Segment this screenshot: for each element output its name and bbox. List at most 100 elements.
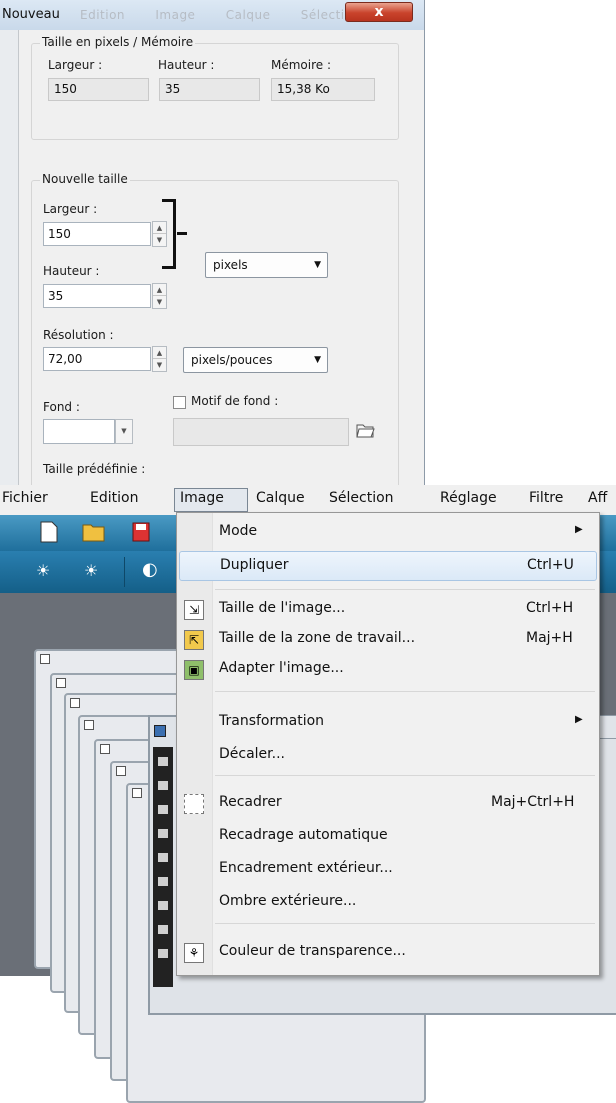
film-hole [158, 805, 168, 814]
menu-item-encadrement[interactable]: Encadrement extérieur... [179, 855, 597, 885]
open-folder-icon[interactable] [82, 521, 106, 548]
menu-item-label: Adapter l'image... [219, 660, 344, 676]
current-height-label: Hauteur : [158, 58, 215, 72]
window-corner-icon [56, 678, 66, 688]
new-height-input[interactable]: 35 [43, 284, 151, 308]
resolution-unit-value: pixels/pouces [191, 353, 273, 367]
film-hole [158, 925, 168, 934]
brightness-up-icon[interactable]: ☀ [84, 561, 98, 580]
menu-item-label: Dupliquer [220, 557, 289, 573]
window-corner-icon [116, 766, 126, 776]
new-width-input[interactable]: 150 [43, 222, 151, 246]
menu-item-mode[interactable]: Mode ▶ [179, 518, 597, 548]
close-button[interactable]: x [345, 2, 413, 22]
save-icon[interactable] [132, 522, 150, 547]
height-spinner[interactable]: ▲ ▼ [152, 283, 167, 309]
window-corner-icon [132, 788, 142, 798]
menu-reglage[interactable]: Réglage [440, 490, 497, 506]
menu-item-decaler[interactable]: Décaler... [179, 741, 597, 771]
chevron-down-icon: ▼ [314, 260, 321, 270]
background-color-field[interactable] [43, 419, 115, 444]
transparency-icon: ⚘ [184, 943, 204, 963]
window-corner-icon [100, 744, 110, 754]
menu-item-dupliquer[interactable]: Dupliquer Ctrl+U [179, 551, 597, 581]
image-menu-dropdown: Mode ▶ Dupliquer Ctrl+U ⇲ Taille de l'im… [176, 512, 600, 976]
menu-item-label: Recadrage automatique [219, 827, 388, 843]
menu-item-label: Décaler... [219, 746, 285, 762]
new-image-dialog: Edition Image Calque Sélection Nouveau x… [0, 0, 425, 485]
menu-bar: Fichier Edition Image Calque Sélection R… [0, 485, 616, 515]
window-corner-icon [70, 698, 80, 708]
folder-open-icon[interactable] [355, 420, 375, 440]
menu-affichage[interactable]: Aff [588, 490, 607, 506]
aspect-ratio-bracket-tick [177, 232, 187, 235]
menu-item-label: Transformation [219, 713, 325, 729]
preset-size-label: Taille prédéfinie : [43, 462, 146, 476]
new-size-legend: Nouvelle taille [40, 172, 130, 186]
menu-item-recadrer[interactable]: Recadrer Maj+Ctrl+H [179, 789, 597, 819]
fit-image-icon: ▣ [184, 660, 204, 680]
brightness-down-icon[interactable]: ☀ [36, 561, 50, 580]
menu-item-transformation[interactable]: Transformation ▶ [179, 708, 597, 738]
film-hole [158, 877, 168, 886]
film-hole [158, 853, 168, 862]
menu-item-label: Recadrer [219, 794, 282, 810]
menu-item-couleur-transparence[interactable]: ⚘ Couleur de transparence... [179, 938, 597, 968]
menu-separator [215, 923, 595, 924]
film-hole [158, 757, 168, 766]
current-size-legend: Taille en pixels / Mémoire [40, 35, 196, 49]
window-corner-icon [40, 654, 50, 664]
current-memory-label: Mémoire : [271, 58, 332, 72]
resolution-label: Résolution : [43, 328, 114, 342]
image-window-icon [154, 725, 166, 737]
ghost-menu-item: Calque [225, 8, 271, 22]
resolution-spinner[interactable]: ▲ ▼ [152, 346, 167, 372]
new-height-label: Hauteur : [43, 264, 100, 278]
resolution-unit-select[interactable]: pixels/pouces ▼ [183, 347, 328, 373]
film-hole [158, 781, 168, 790]
menu-item-recadrage-auto[interactable]: Recadrage automatique [179, 822, 597, 852]
film-hole [158, 901, 168, 910]
menu-selection[interactable]: Sélection [329, 490, 394, 506]
film-hole [158, 949, 168, 958]
filmstrip [153, 747, 173, 987]
menu-edition[interactable]: Edition [90, 490, 138, 506]
menu-item-adapter-image[interactable]: ▣ Adapter l'image... [179, 655, 597, 685]
background-label: Fond : [43, 400, 80, 414]
menu-item-label: Taille de la zone de travail... [219, 630, 416, 646]
menu-separator [215, 691, 595, 692]
unit-select[interactable]: pixels ▼ [205, 252, 328, 278]
toolbar-divider [124, 557, 125, 587]
pattern-checkbox[interactable] [173, 396, 186, 409]
menu-item-shortcut: Ctrl+H [526, 600, 574, 616]
new-file-icon[interactable] [40, 521, 58, 548]
canvas-size-icon: ⇱ [184, 630, 204, 650]
menu-item-shortcut: Ctrl+U [527, 557, 574, 573]
menu-calque[interactable]: Calque [256, 490, 305, 506]
contrast-icon[interactable]: ◐ [142, 559, 158, 580]
background-color-dropdown[interactable]: ▼ [115, 419, 133, 444]
menu-separator [215, 775, 595, 776]
new-width-label: Largeur : [43, 202, 98, 216]
crop-icon [184, 794, 204, 814]
resolution-input[interactable]: 72,00 [43, 347, 151, 371]
current-height-value: 35 [159, 78, 260, 101]
menu-item-shortcut: Maj+Ctrl+H [491, 794, 575, 810]
menu-item-taille-zone[interactable]: ⇱ Taille de la zone de travail... Maj+H [179, 625, 597, 655]
menu-image[interactable]: Image [180, 490, 224, 506]
window-corner-icon [84, 720, 94, 730]
unit-select-value: pixels [213, 258, 248, 272]
resize-image-icon: ⇲ [184, 600, 204, 620]
film-hole [158, 829, 168, 838]
dialog-title: Nouveau [2, 7, 60, 22]
pattern-path-field [173, 418, 349, 446]
menu-filtre[interactable]: Filtre [529, 490, 563, 506]
current-size-group: Taille en pixels / Mémoire Largeur : Hau… [31, 35, 399, 140]
menu-fichier[interactable]: Fichier [2, 490, 48, 506]
menu-separator [215, 589, 595, 590]
menu-item-ombre[interactable]: Ombre extérieure... [179, 888, 597, 918]
menu-item-taille-image[interactable]: ⇲ Taille de l'image... Ctrl+H [179, 595, 597, 625]
chevron-down-icon: ▼ [314, 355, 321, 365]
menu-item-label: Taille de l'image... [219, 600, 346, 616]
ghost-menu-item: Edition [80, 8, 126, 22]
